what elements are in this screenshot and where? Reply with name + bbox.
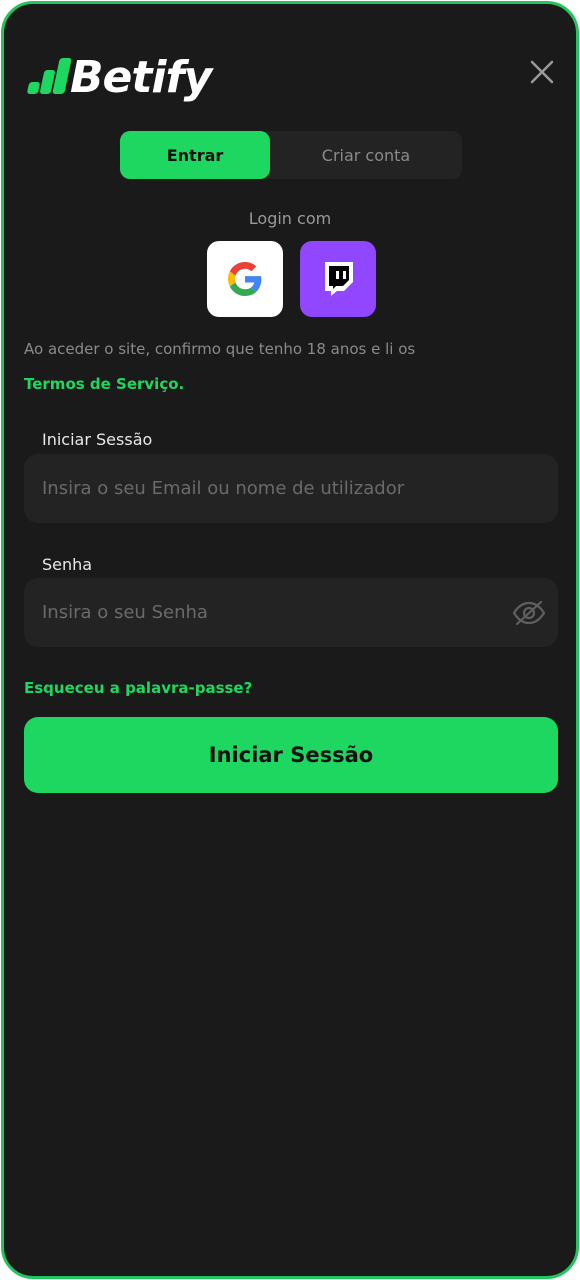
google-login-button[interactable] xyxy=(207,241,283,317)
twitch-icon xyxy=(325,262,353,296)
tab-login[interactable]: Entrar xyxy=(120,131,270,179)
toggle-password-visibility-button[interactable] xyxy=(512,600,546,626)
twitch-login-button[interactable] xyxy=(300,241,376,317)
google-icon xyxy=(228,262,262,296)
close-icon xyxy=(530,60,554,84)
terms-of-service-link[interactable]: Termos de Serviço. xyxy=(24,375,184,393)
logo-text: Betify xyxy=(70,52,212,103)
forgot-password-link[interactable]: Esqueceu a palavra-passe? xyxy=(24,679,252,697)
auth-tabs: Entrar Criar conta xyxy=(120,131,462,179)
login-modal: Betify Entrar Criar conta Login com Ao a… xyxy=(1,1,579,1279)
email-username-input[interactable] xyxy=(24,454,558,523)
login-submit-button[interactable]: Iniciar Sessão xyxy=(24,717,558,793)
betify-logo: Betify xyxy=(26,50,212,106)
tab-register[interactable]: Criar conta xyxy=(270,131,462,179)
social-login-label: Login com xyxy=(248,209,332,228)
password-field-label: Senha xyxy=(42,555,93,574)
eye-off-icon xyxy=(512,600,546,626)
age-consent-text: Ao aceder o site, confirmo que tenho 18 … xyxy=(24,340,416,358)
close-button[interactable] xyxy=(526,56,558,88)
session-field-container xyxy=(24,454,558,523)
password-field-container xyxy=(24,578,558,647)
password-input[interactable] xyxy=(24,578,558,647)
logo-bars-icon xyxy=(26,58,72,98)
session-field-label: Iniciar Sessão xyxy=(42,430,153,449)
